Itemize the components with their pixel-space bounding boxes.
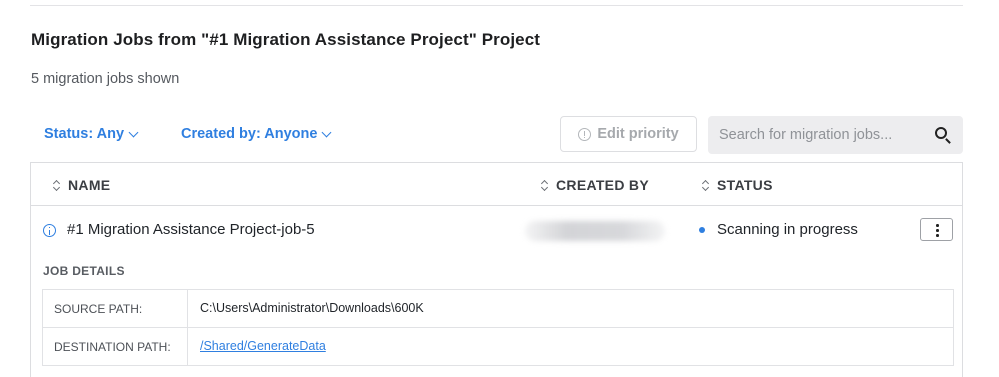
job-status: Scanning in progress: [717, 221, 858, 238]
jobs-table: NAME CREATED BY STATUS #1 Migration Assi…: [30, 162, 963, 377]
destination-path-link[interactable]: /Shared/GenerateData: [200, 339, 326, 353]
page-title: Migration Jobs from "#1 Migration Assist…: [31, 30, 541, 49]
job-name: #1 Migration Assistance Project-job-5: [67, 221, 315, 238]
kebab-menu-icon: [936, 224, 939, 227]
migration-jobs-panel: Migration Jobs from "#1 Migration Assist…: [0, 0, 999, 377]
column-header-name[interactable]: NAME: [53, 177, 110, 193]
column-header-status-label: STATUS: [717, 177, 773, 193]
destination-path-row: DESTINATION PATH: /Shared/GenerateData: [43, 328, 953, 365]
status-dot: [699, 227, 705, 233]
chevron-down-icon: [128, 127, 139, 137]
search-box: [708, 116, 963, 154]
column-header-created-by[interactable]: CREATED BY: [541, 177, 649, 193]
job-details-table: SOURCE PATH: C:\Users\Administrator\Down…: [42, 289, 954, 366]
source-path-label: SOURCE PATH:: [43, 290, 188, 327]
status-filter-dropdown[interactable]: Status: Any: [44, 126, 139, 142]
table-header: NAME CREATED BY STATUS: [31, 163, 962, 206]
column-header-name-label: NAME: [68, 177, 111, 193]
sort-icon: [541, 180, 548, 191]
job-details-heading: JOB DETAILS: [43, 264, 125, 278]
created-by-filter-label: Created by: Anyone: [181, 126, 318, 142]
info-circle-icon[interactable]: [43, 224, 56, 237]
table-row[interactable]: #1 Migration Assistance Project-job-5 Sc…: [31, 207, 962, 251]
created-by-filter-dropdown[interactable]: Created by: Anyone: [181, 126, 332, 142]
kebab-dot: [936, 234, 939, 237]
destination-path-label: DESTINATION PATH:: [43, 328, 188, 365]
info-circle-icon: [578, 127, 592, 141]
edit-priority-button[interactable]: Edit priority: [560, 116, 697, 152]
sort-icon: [53, 180, 60, 191]
search-input[interactable]: [708, 116, 928, 154]
divider: [30, 5, 963, 6]
row-actions-button[interactable]: [920, 218, 953, 241]
search-icon[interactable]: [935, 127, 947, 139]
column-header-status[interactable]: STATUS: [702, 177, 773, 193]
edit-priority-label: Edit priority: [597, 126, 679, 142]
column-header-created-by-label: CREATED BY: [556, 177, 649, 193]
status-filter-label: Status: Any: [44, 126, 125, 142]
jobs-count: 5 migration jobs shown: [31, 71, 180, 87]
source-path-row: SOURCE PATH: C:\Users\Administrator\Down…: [43, 290, 953, 328]
created-by-redacted: [525, 221, 665, 241]
source-path-value: C:\Users\Administrator\Downloads\600K: [200, 301, 424, 315]
sort-icon: [702, 180, 709, 191]
kebab-dot: [936, 229, 939, 232]
chevron-down-icon: [321, 127, 332, 137]
